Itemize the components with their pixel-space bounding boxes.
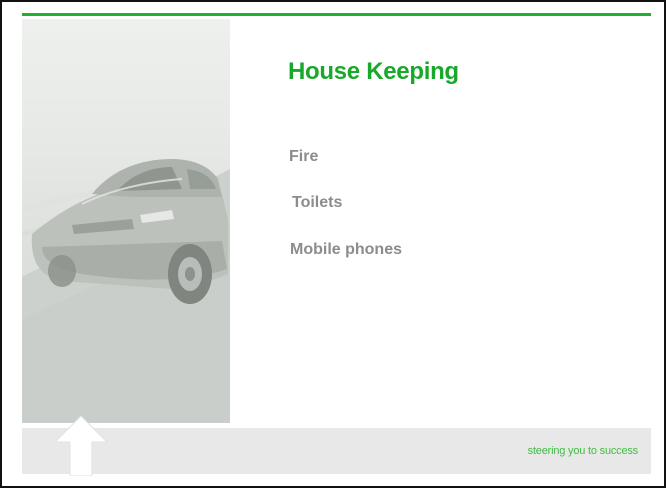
slide: House Keeping Fire Toilets Mobile phones…	[0, 0, 666, 488]
agenda-item-mobile-phones: Mobile phones	[290, 241, 402, 258]
footer-tagline: steering you to success	[527, 445, 639, 457]
slide-title: House Keeping	[288, 58, 459, 85]
agenda-item-fire: Fire	[289, 148, 319, 165]
agenda-item-toilets: Toilets	[292, 194, 343, 211]
up-arrow-icon	[53, 415, 109, 476]
car-photo-panel	[22, 19, 230, 423]
top-accent-rule	[22, 13, 651, 16]
car-photo	[22, 159, 230, 423]
